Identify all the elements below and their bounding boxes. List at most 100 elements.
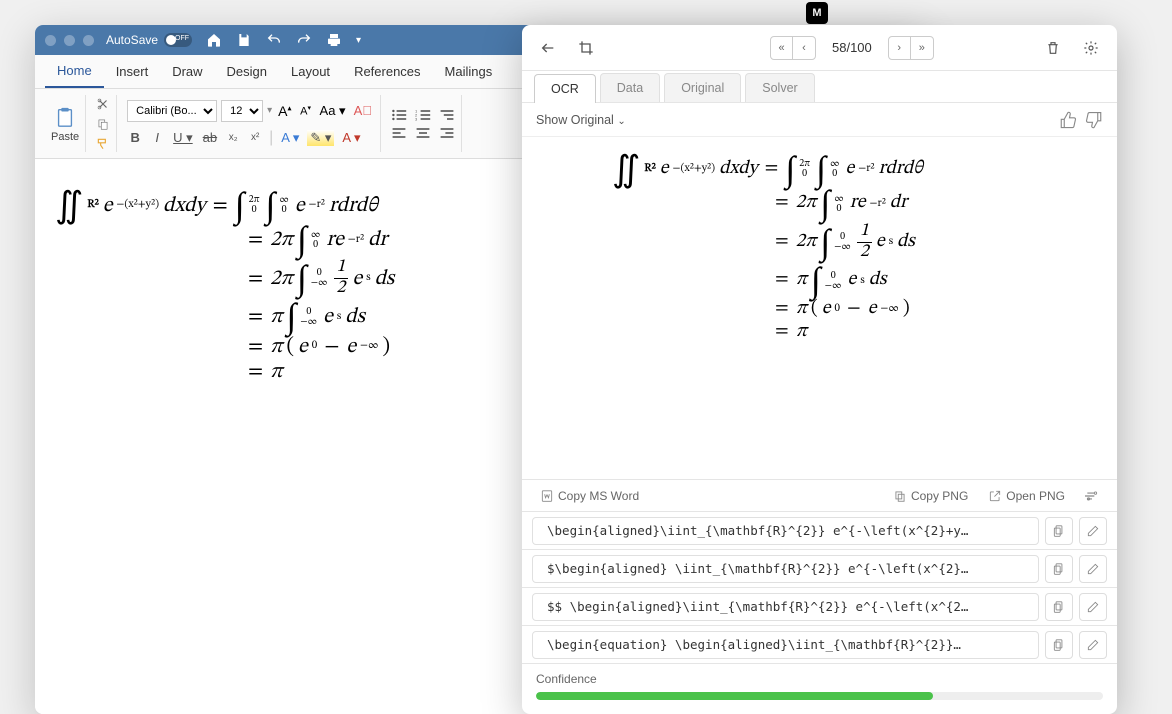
- copy-latex-button[interactable]: [1045, 593, 1073, 621]
- show-original-toggle[interactable]: Show Original ⌄: [536, 113, 626, 127]
- edit-latex-button[interactable]: [1079, 593, 1107, 621]
- home-icon[interactable]: [206, 32, 222, 48]
- confidence-bar: [536, 692, 1103, 700]
- format-painter-icon[interactable]: [96, 137, 110, 151]
- panel-toolbar: « ‹ 58/100 › »: [522, 25, 1117, 71]
- font-name-select[interactable]: Calibri (Bo...: [127, 100, 217, 122]
- latex-text-2[interactable]: $$ \begin{aligned}\iint_{\mathbf{R}^{2}}…: [532, 593, 1039, 621]
- bullets-icon[interactable]: [391, 108, 407, 122]
- pager-prev-icon[interactable]: ‹: [793, 37, 815, 59]
- redo-icon[interactable]: [296, 32, 312, 48]
- save-icon[interactable]: [236, 32, 252, 48]
- paste-button[interactable]: Paste: [51, 105, 79, 143]
- tab-ocr[interactable]: OCR: [534, 74, 596, 103]
- clipboard-icon: [54, 105, 76, 129]
- edit-latex-button[interactable]: [1079, 631, 1107, 659]
- tab-data[interactable]: Data: [600, 73, 660, 102]
- align-right-icon[interactable]: [439, 126, 455, 140]
- copy-latex-button[interactable]: [1045, 555, 1073, 583]
- latex-row: $\begin{aligned} \iint_{\mathbf{R}^{2}} …: [522, 550, 1117, 588]
- font-size-dropdown-icon[interactable]: ▾: [267, 105, 272, 116]
- superscript-button[interactable]: x²: [247, 130, 263, 145]
- latex-output-list: \begin{aligned}\iint_{\mathbf{R}^{2}} e^…: [522, 511, 1117, 664]
- ocr-side-panel: « ‹ 58/100 › » OCR Data Original Solver …: [522, 25, 1117, 714]
- thumbs-up-icon[interactable]: [1059, 111, 1077, 129]
- tab-draw[interactable]: Draw: [160, 55, 214, 88]
- increase-font-icon[interactable]: A▴: [276, 101, 293, 121]
- edit-latex-button[interactable]: [1079, 517, 1107, 545]
- strike-button[interactable]: ab: [201, 128, 219, 147]
- latex-text-3[interactable]: \begin{equation} \begin{aligned}\iint_{\…: [532, 631, 1039, 659]
- tab-home[interactable]: Home: [45, 55, 104, 88]
- multilevel-icon[interactable]: [439, 108, 455, 122]
- chevron-down-icon: ⌄: [617, 116, 625, 127]
- pager-prev-group[interactable]: « ‹: [770, 36, 816, 60]
- underline-button[interactable]: U ▾: [171, 128, 195, 148]
- tab-insert[interactable]: Insert: [104, 55, 161, 88]
- svg-text:3: 3: [415, 116, 418, 121]
- copy-png-button[interactable]: Copy PNG: [887, 485, 974, 507]
- cut-icon[interactable]: [96, 97, 110, 111]
- font-color-icon[interactable]: A ▾: [340, 128, 362, 148]
- change-case-icon[interactable]: Aa ▾: [318, 101, 348, 121]
- confidence-section: Confidence: [522, 664, 1117, 714]
- edit-latex-button[interactable]: [1079, 555, 1107, 583]
- close-window-icon[interactable]: [45, 35, 56, 46]
- clear-format-icon[interactable]: A⃠: [352, 101, 374, 120]
- latex-text-0[interactable]: \begin{aligned}\iint_{\mathbf{R}^{2}} e^…: [532, 517, 1039, 545]
- autosave-label: AutoSave: [106, 33, 158, 47]
- panel-subbar: Show Original ⌄: [522, 103, 1117, 137]
- thumbs-down-icon[interactable]: [1085, 111, 1103, 129]
- font-size-select[interactable]: 12: [221, 100, 263, 122]
- subscript-button[interactable]: x₂: [225, 130, 241, 145]
- tab-mailings[interactable]: Mailings: [433, 55, 505, 88]
- panel-tabs: OCR Data Original Solver: [522, 71, 1117, 103]
- pager-last-icon[interactable]: »: [911, 37, 933, 59]
- open-png-button[interactable]: Open PNG: [982, 485, 1071, 507]
- latex-row: $$ \begin{aligned}\iint_{\mathbf{R}^{2}}…: [522, 588, 1117, 626]
- options-icon[interactable]: [1079, 485, 1105, 507]
- settings-button[interactable]: [1077, 34, 1105, 62]
- external-link-icon: [988, 489, 1002, 503]
- tab-original[interactable]: Original: [664, 73, 741, 102]
- align-center-icon[interactable]: [415, 126, 431, 140]
- window-controls[interactable]: [45, 35, 94, 46]
- align-left-icon[interactable]: [391, 126, 407, 140]
- confidence-label: Confidence: [536, 672, 1103, 686]
- maximize-window-icon[interactable]: [83, 35, 94, 46]
- tab-layout[interactable]: Layout: [279, 55, 342, 88]
- pager-first-icon[interactable]: «: [771, 37, 793, 59]
- pager-next-group[interactable]: › »: [888, 36, 934, 60]
- minimize-window-icon[interactable]: [64, 35, 75, 46]
- tab-references[interactable]: References: [342, 55, 432, 88]
- confidence-fill: [536, 692, 933, 700]
- rendered-math: R² e−(x²+y²)dxdy = 2π0 ∞0 e−r²rdrdθ =2π …: [522, 137, 1117, 479]
- crop-icon[interactable]: [572, 34, 600, 62]
- back-button[interactable]: [534, 34, 562, 62]
- copy-icon[interactable]: [96, 117, 110, 131]
- paste-label: Paste: [51, 131, 79, 143]
- highlight-icon[interactable]: ✎ ▾: [307, 130, 334, 146]
- text-effects-icon[interactable]: A ▾: [279, 128, 301, 148]
- decrease-font-icon[interactable]: A▾: [298, 102, 314, 120]
- pager-next-icon[interactable]: ›: [889, 37, 911, 59]
- page-indicator: 58/100: [824, 40, 880, 55]
- autosave-toggle[interactable]: AutoSave OFF: [106, 33, 192, 47]
- copy-icon: [893, 489, 907, 503]
- numbering-icon[interactable]: 123: [415, 108, 431, 122]
- latex-text-1[interactable]: $\begin{aligned} \iint_{\mathbf{R}^{2}} …: [532, 555, 1039, 583]
- undo-icon[interactable]: [266, 32, 282, 48]
- tab-solver[interactable]: Solver: [745, 73, 814, 102]
- panel-actions: Copy MS Word Copy PNG Open PNG: [522, 479, 1117, 511]
- copy-latex-button[interactable]: [1045, 517, 1073, 545]
- delete-button[interactable]: [1039, 34, 1067, 62]
- bold-button[interactable]: B: [127, 128, 143, 147]
- tab-design[interactable]: Design: [215, 55, 279, 88]
- latex-row: \begin{equation} \begin{aligned}\iint_{\…: [522, 626, 1117, 664]
- app-logo-icon: M: [806, 2, 828, 24]
- latex-row: \begin{aligned}\iint_{\mathbf{R}^{2}} e^…: [522, 512, 1117, 550]
- copy-latex-button[interactable]: [1045, 631, 1073, 659]
- copy-ms-word-button[interactable]: Copy MS Word: [534, 485, 645, 507]
- print-icon[interactable]: [326, 32, 342, 48]
- italic-button[interactable]: I: [149, 128, 165, 147]
